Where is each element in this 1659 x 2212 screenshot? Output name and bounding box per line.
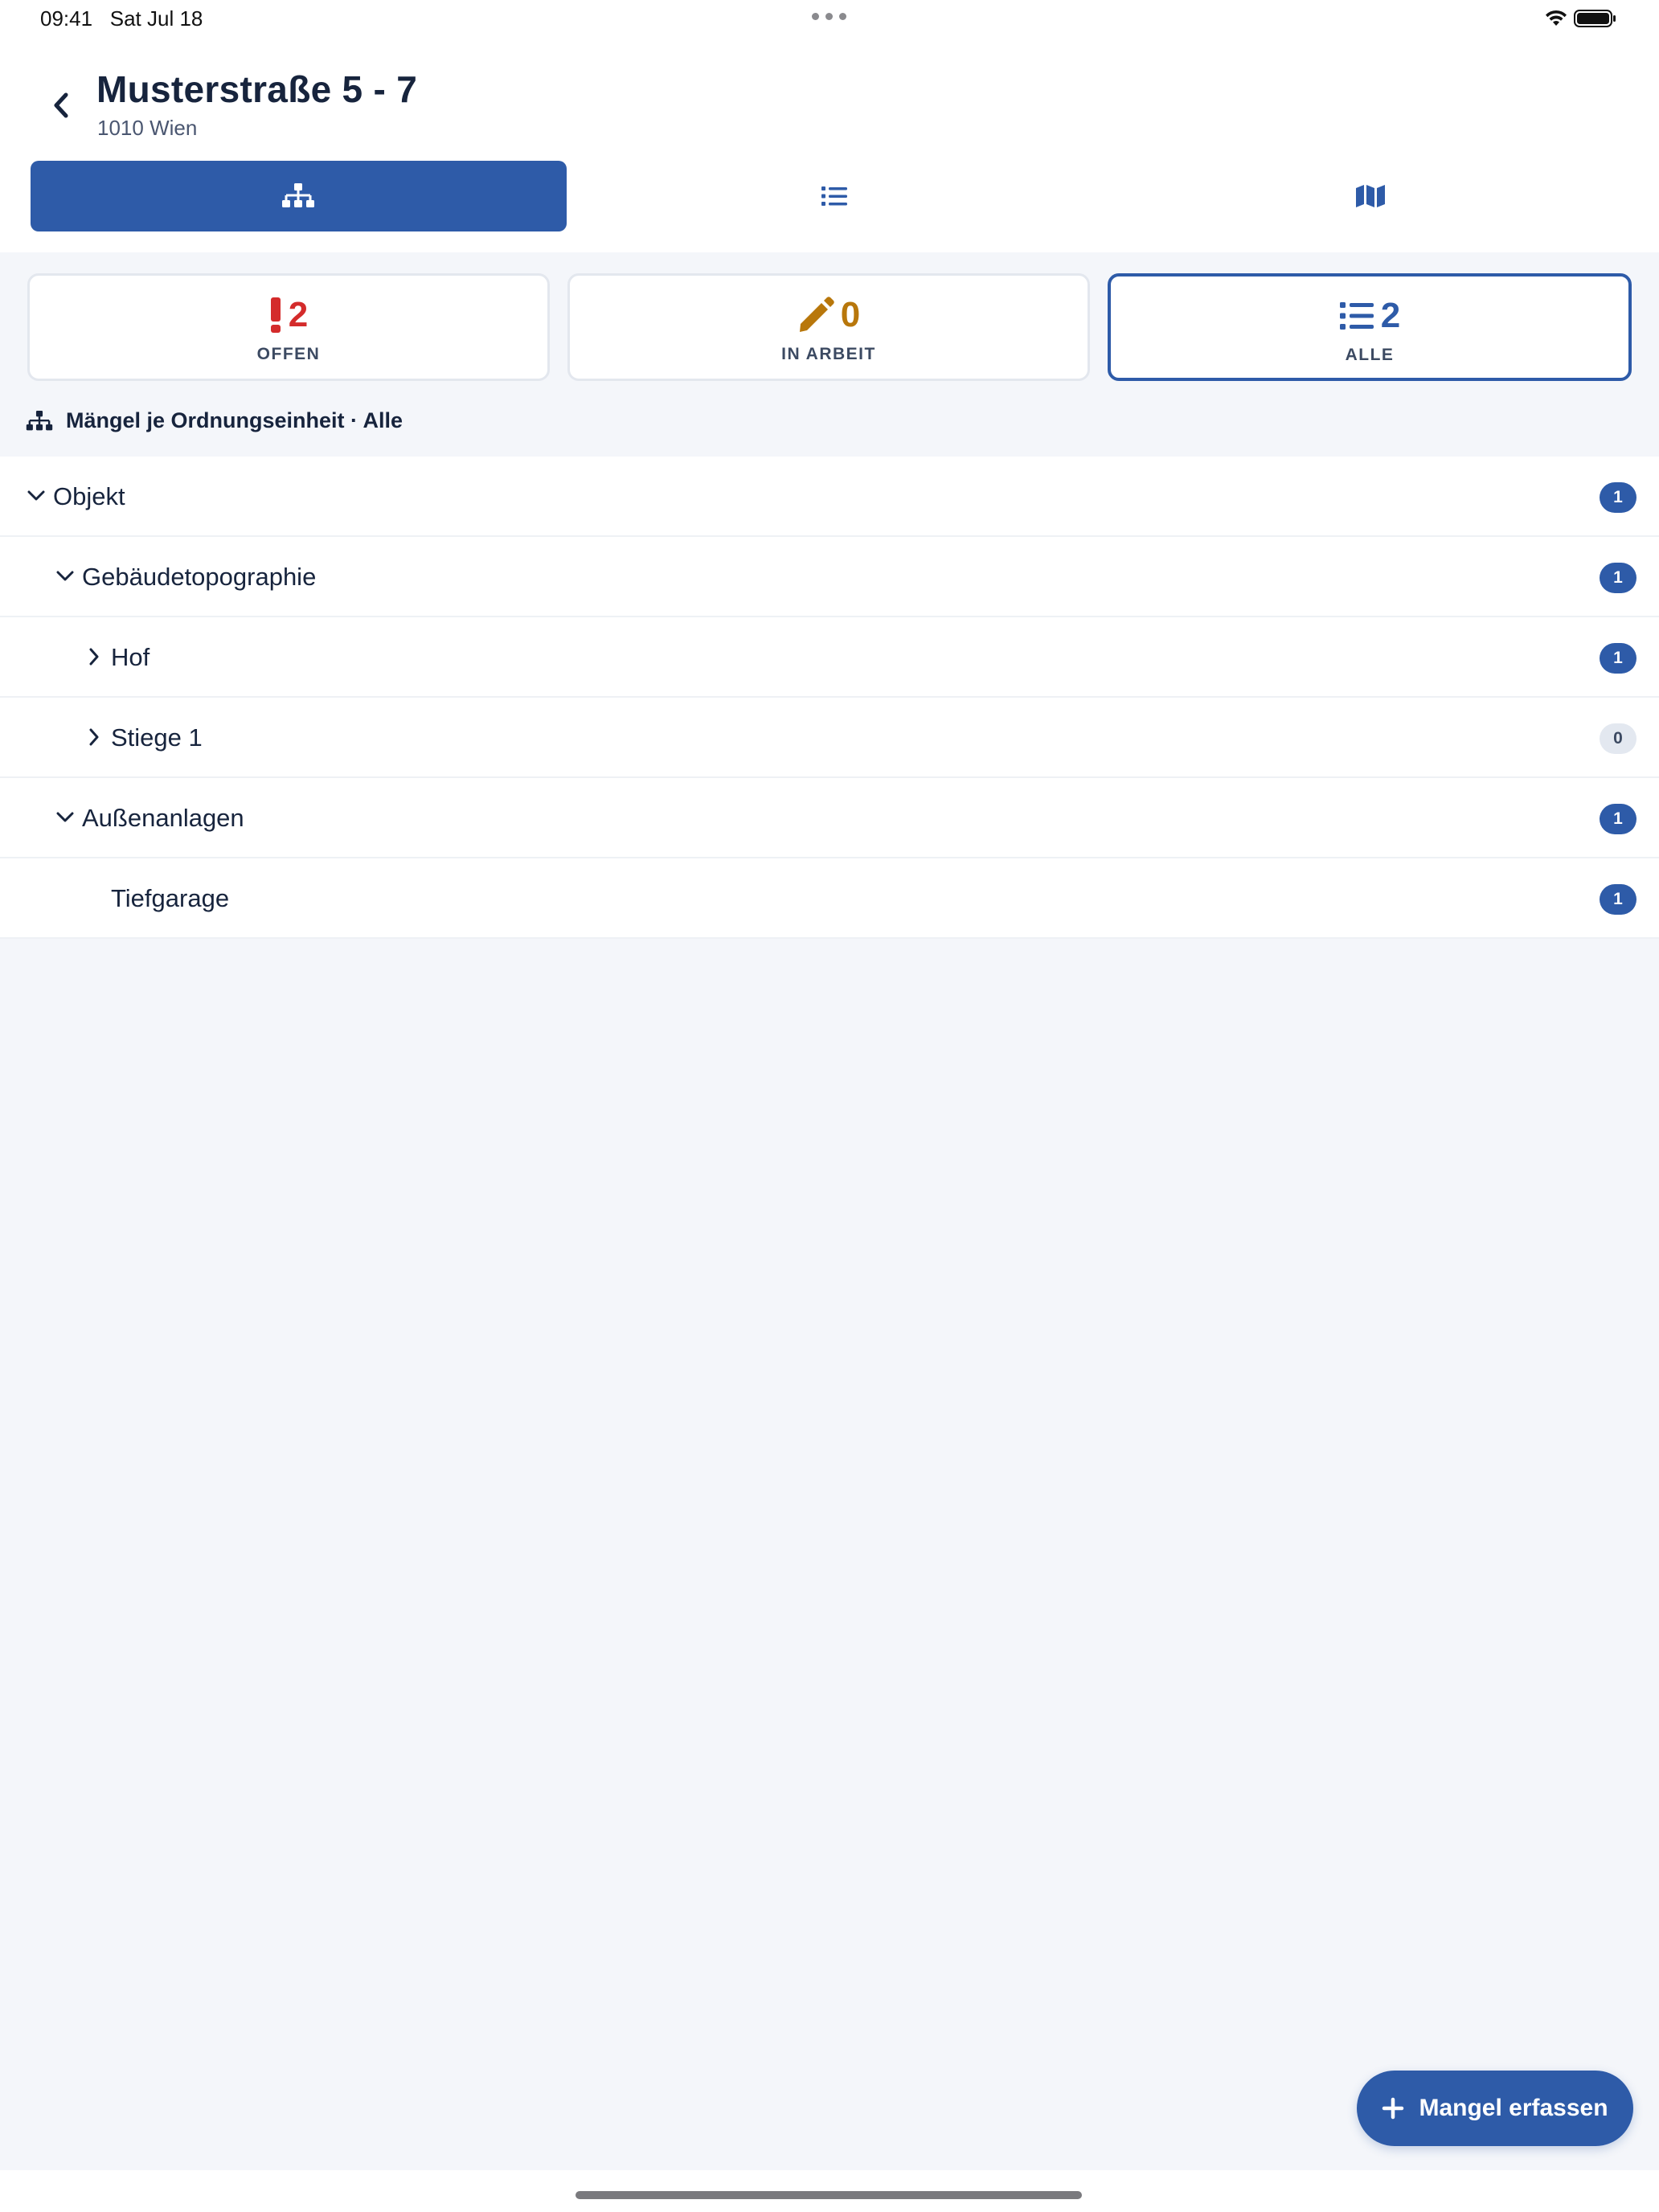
tree-row-label: Tiefgarage xyxy=(111,884,230,912)
filter-label-in-arbeit: IN ARBEIT xyxy=(781,345,876,363)
tree-row-label: Objekt xyxy=(53,482,125,510)
filter-count-alle: 2 xyxy=(1380,296,1401,335)
filter-label-alle: ALLE xyxy=(1345,346,1395,364)
add-defect-button[interactable]: Mangel erfassen xyxy=(1357,2071,1633,2146)
battery-icon xyxy=(1574,10,1616,27)
filter-cards: 2 OFFEN 0 IN ARBEIT 2 ALLE xyxy=(27,273,1632,381)
tree-row-label: Außenanlagen xyxy=(82,804,244,832)
back-button[interactable] xyxy=(45,87,77,124)
view-tabs xyxy=(31,161,1638,231)
pencil-icon xyxy=(799,297,834,332)
count-badge: 1 xyxy=(1600,482,1636,513)
sitemap-icon xyxy=(282,183,315,207)
tree-row-label: Stiege 1 xyxy=(111,723,203,752)
filter-card-alle[interactable]: 2 ALLE xyxy=(1108,273,1632,381)
tab-map[interactable] xyxy=(1102,161,1638,231)
add-defect-label: Mangel erfassen xyxy=(1419,2095,1608,2121)
chevron-down-icon[interactable] xyxy=(56,566,74,587)
tree-row-hof[interactable]: Hof 1 xyxy=(0,617,1659,698)
filter-count-in-arbeit: 0 xyxy=(840,295,861,334)
page-title: Musterstraße 5 - 7 xyxy=(96,68,418,110)
tree-row-stiege-1[interactable]: Stiege 1 0 xyxy=(0,698,1659,778)
tree-list: Objekt 1 Gebäudetopographie 1 Hof 1 Stie… xyxy=(0,457,1659,939)
tree-row-objekt[interactable]: Objekt 1 xyxy=(0,457,1659,537)
status-date: Sat Jul 18 xyxy=(109,6,203,31)
count-badge: 1 xyxy=(1600,643,1636,674)
tab-hierarchy[interactable] xyxy=(31,161,567,231)
tree-row-label: Hof xyxy=(111,643,150,671)
tree-row-gebaeudetopographie[interactable]: Gebäudetopographie 1 xyxy=(0,537,1659,617)
count-badge: 1 xyxy=(1600,884,1636,915)
tab-list[interactable] xyxy=(567,161,1103,231)
chevron-right-icon[interactable] xyxy=(85,727,103,748)
status-time: 09:41 Sat Jul 18 xyxy=(40,6,203,31)
tree-row-tiefgarage[interactable]: Tiefgarage 1 xyxy=(0,858,1659,939)
plus-icon xyxy=(1382,2097,1404,2120)
filter-card-in-arbeit[interactable]: 0 IN ARBEIT xyxy=(567,273,1090,381)
count-badge: 1 xyxy=(1600,563,1636,593)
chevron-right-icon[interactable] xyxy=(85,646,103,667)
section-title: Mängel je Ordnungseinheit · Alle xyxy=(66,408,403,432)
chevron-down-icon[interactable] xyxy=(27,485,45,506)
filter-count-offen: 2 xyxy=(288,295,309,334)
chevron-left-icon xyxy=(54,92,68,118)
status-bar: 09:41 Sat Jul 18 xyxy=(0,0,1659,37)
filter-label-offen: OFFEN xyxy=(256,345,321,363)
sitemap-icon xyxy=(26,410,53,430)
section-heading: Mängel je Ordnungseinheit · Alle xyxy=(26,408,403,433)
filter-card-offen[interactable]: 2 OFFEN xyxy=(27,273,550,381)
tree-row-aussenanlagen[interactable]: Außenanlagen 1 xyxy=(0,778,1659,858)
home-indicator[interactable] xyxy=(576,2191,1082,2199)
map-icon xyxy=(1355,185,1385,207)
multitask-dots-icon[interactable] xyxy=(812,13,846,20)
exclamation-icon xyxy=(270,297,281,333)
tree-row-label: Gebäudetopographie xyxy=(82,563,317,591)
wifi-icon xyxy=(1546,10,1567,26)
list-icon xyxy=(821,186,847,206)
count-badge: 1 xyxy=(1600,804,1636,834)
status-clock: 09:41 xyxy=(40,6,93,31)
page-subtitle: 1010 Wien xyxy=(97,116,198,140)
count-badge: 0 xyxy=(1600,723,1636,754)
chevron-down-icon[interactable] xyxy=(56,807,74,828)
list-icon xyxy=(1339,302,1374,330)
